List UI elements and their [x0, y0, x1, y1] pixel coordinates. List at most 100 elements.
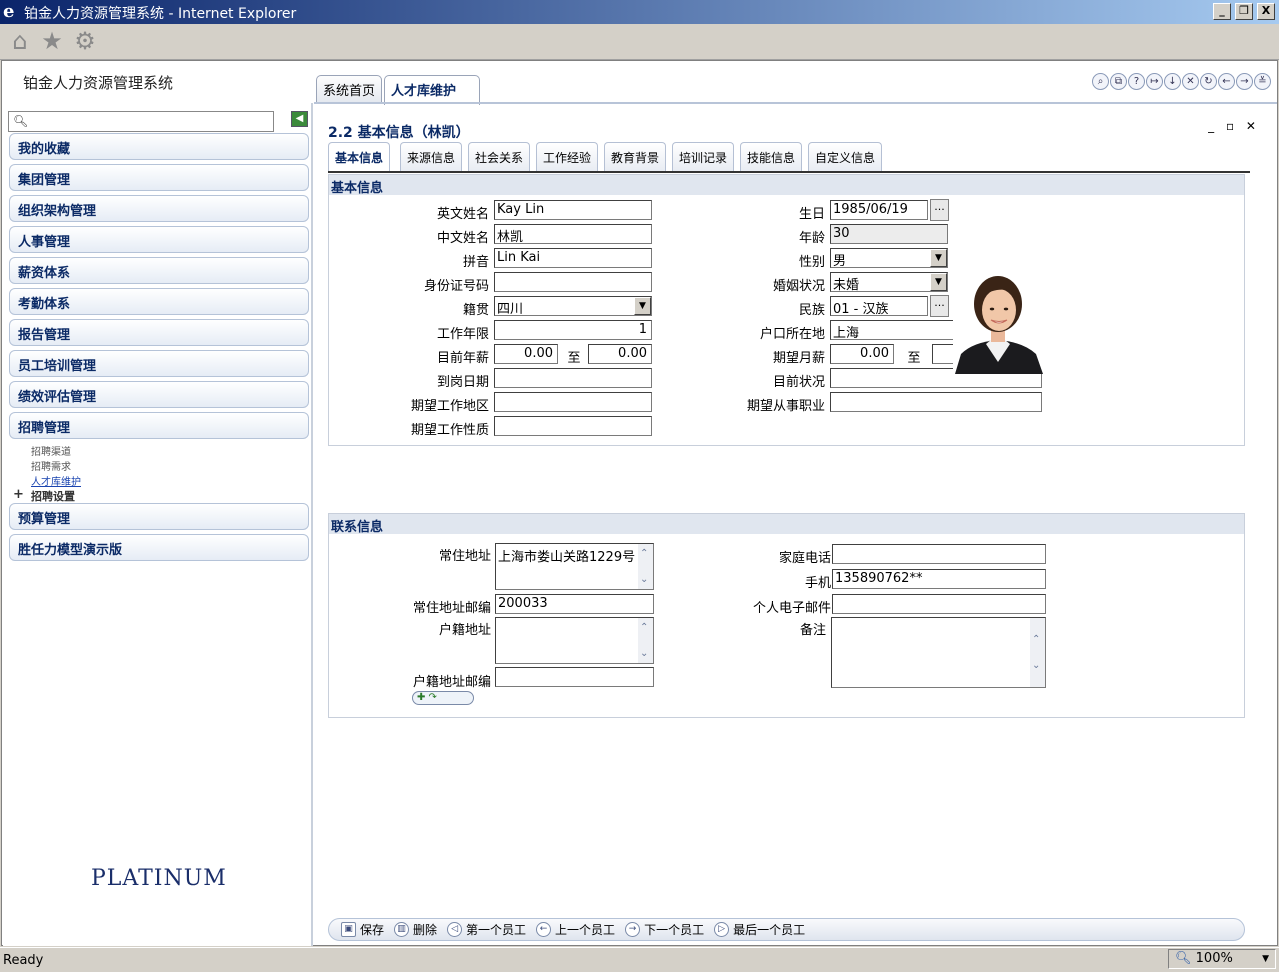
addr-zip-input[interactable]: 200033 — [495, 594, 654, 614]
close-button[interactable]: X — [1257, 3, 1275, 20]
cur-salary-from[interactable]: 0.00 — [494, 344, 558, 364]
menu-budget[interactable]: 预算管理 — [9, 503, 309, 530]
next-icon[interactable]: → — [625, 922, 641, 937]
email-input[interactable] — [832, 594, 1046, 614]
zoom-control[interactable]: 🔍︎ 100% ▼ — [1168, 949, 1276, 969]
ethnic-input[interactable]: 01 - 汉族 — [830, 296, 928, 316]
save-icon[interactable]: ▣ — [341, 922, 356, 937]
tab-custom[interactable]: 自定义信息 — [808, 142, 883, 171]
mobile-input[interactable]: 135890762** — [832, 569, 1046, 589]
collapse-icon[interactable]: ≚ — [1254, 73, 1271, 90]
pinyin-label: 拼音 — [462, 255, 489, 270]
star-icon[interactable]: ★ — [38, 27, 66, 55]
chevron-down-icon[interactable]: ▼ — [634, 297, 651, 315]
forward-icon[interactable]: → — [1236, 73, 1253, 90]
menu-competency[interactable]: 胜任力模型演示版 — [9, 534, 309, 561]
tab-education[interactable]: 教育背景 — [604, 142, 667, 171]
hukou-addr-textarea[interactable]: ⌃ ⌄ — [495, 617, 654, 664]
remark-label: 备注 — [799, 623, 826, 638]
chevron-down-icon[interactable]: ▼ — [1262, 951, 1269, 964]
chevron-down-icon[interactable]: ▼ — [930, 249, 947, 267]
back-icon[interactable]: ← — [1218, 73, 1235, 90]
cn-name-input[interactable]: 林凯 — [494, 224, 652, 244]
prev-icon[interactable]: ← — [536, 922, 552, 937]
sidebar-search-input[interactable]: 🔍︎ — [8, 111, 274, 132]
tab-source-info[interactable]: 来源信息 — [400, 142, 463, 171]
maximize-button[interactable]: ❐ — [1235, 3, 1253, 20]
id-no-input[interactable] — [494, 272, 652, 292]
prev-employee-button[interactable]: 上一个员工 — [555, 921, 615, 938]
hukou-zip-input[interactable] — [495, 667, 654, 687]
home-phone-input[interactable] — [832, 544, 1046, 564]
tab-basic-info[interactable]: 基本信息 — [328, 142, 391, 171]
attachment-add-icon[interactable]: ✚ ↷ — [412, 691, 474, 705]
refresh-icon[interactable]: ↻ — [1200, 73, 1217, 90]
last-icon[interactable]: ▷ — [714, 922, 730, 937]
sub-talent-pool[interactable]: 人才库维护 — [31, 473, 81, 488]
logout-icon[interactable]: ↦ — [1146, 73, 1163, 90]
age-input[interactable]: 30 — [830, 224, 948, 244]
menu-attendance[interactable]: 考勤体系 — [9, 288, 309, 315]
pinyin-input[interactable]: Lin Kai — [494, 248, 652, 268]
sidebar-collapse-icon[interactable]: ◀ — [291, 111, 308, 127]
scrollbar[interactable]: ⌃ ⌄ — [638, 618, 653, 663]
menu-group[interactable]: 集团管理 — [9, 164, 309, 191]
menu-performance[interactable]: 绩效评估管理 — [9, 381, 309, 408]
scrollbar[interactable]: ⌃ ⌄ — [638, 544, 653, 589]
save-button[interactable]: 保存 — [360, 921, 384, 938]
tab-talent-pool[interactable]: 人才库维护 — [384, 75, 480, 105]
cur-salary-to[interactable]: 0.00 — [588, 344, 652, 364]
sidebar: 🔍︎ ◀ 我的收藏 集团管理 组织架构管理 人事管理 薪资体系 考勤体系 报告管… — [3, 103, 313, 946]
gender-select[interactable]: 男 ▼ — [830, 248, 948, 268]
tab-social[interactable]: 社会关系 — [468, 142, 531, 171]
window-icon[interactable]: ⧉ — [1110, 73, 1127, 90]
exp-nature-input[interactable] — [494, 416, 652, 436]
search-icon[interactable]: ⌕ — [1092, 73, 1109, 90]
birthday-input[interactable]: 1985/06/19 — [830, 200, 928, 220]
menu-reports[interactable]: 报告管理 — [9, 319, 309, 346]
first-employee-button[interactable]: 第一个员工 — [466, 921, 526, 938]
exp-salary-from[interactable]: 0.00 — [830, 344, 894, 364]
tab-skills[interactable]: 技能信息 — [740, 142, 803, 171]
menu-training[interactable]: 员工培训管理 — [9, 350, 309, 377]
menu-personnel[interactable]: 人事管理 — [9, 226, 309, 253]
tab-training[interactable]: 培训记录 — [672, 142, 735, 171]
sub-channels[interactable]: 招聘渠道 — [31, 443, 71, 458]
delete-button[interactable]: 删除 — [413, 921, 437, 938]
en-name-input[interactable]: Kay Lin — [494, 200, 652, 220]
scrollbar[interactable]: ⌃ ⌄ — [1030, 618, 1045, 687]
tab-home[interactable]: 系统首页 — [316, 75, 383, 103]
tab-work-exp[interactable]: 工作经验 — [536, 142, 599, 171]
expand-icon[interactable]: + — [13, 487, 24, 502]
employee-photo[interactable] — [953, 270, 1044, 374]
work-years-input[interactable]: 1 — [494, 320, 652, 340]
menu-salary[interactable]: 薪资体系 — [9, 257, 309, 284]
delete-icon[interactable]: ✕ — [1182, 73, 1199, 90]
native-select[interactable]: 四川 ▼ — [494, 296, 652, 316]
next-employee-button[interactable]: 下一个员工 — [644, 921, 704, 938]
window-title-bar: e 铂金人力资源管理系统 - Internet Explorer _ ❐ X — [0, 0, 1279, 24]
panel-window-controls[interactable]: _ ▫ ✕ — [1208, 119, 1260, 133]
exp-job-input[interactable] — [830, 392, 1042, 412]
address-textarea[interactable]: 上海市娄山关路1229号 ⌃ ⌄ — [495, 543, 654, 590]
gear-icon[interactable]: ⚙ — [71, 27, 99, 55]
chevron-down-icon[interactable]: ▼ — [930, 273, 947, 291]
sub-requirements[interactable]: 招聘需求 — [31, 458, 71, 473]
minimize-button[interactable]: _ — [1213, 3, 1231, 20]
first-icon[interactable]: ◁ — [447, 922, 463, 937]
start-date-input[interactable] — [494, 368, 652, 388]
birthday-picker-button[interactable]: ... — [930, 199, 949, 221]
marital-select[interactable]: 未婚 ▼ — [830, 272, 948, 292]
home-icon[interactable]: ⌂ — [6, 27, 34, 55]
help-icon[interactable]: ? — [1128, 73, 1145, 90]
download-icon[interactable]: ↓ — [1164, 73, 1181, 90]
remark-textarea[interactable]: ⌃ ⌄ — [831, 617, 1046, 688]
menu-recruitment[interactable]: 招聘管理 — [9, 412, 309, 439]
ethnic-picker-button[interactable]: ... — [930, 295, 949, 317]
menu-org[interactable]: 组织架构管理 — [9, 195, 309, 222]
exp-area-input[interactable] — [494, 392, 652, 412]
last-employee-button[interactable]: 最后一个员工 — [733, 921, 805, 938]
sub-recruit-settings[interactable]: 招聘设置 — [31, 488, 75, 504]
menu-favorites[interactable]: 我的收藏 — [9, 133, 309, 160]
trash-icon[interactable]: ▥ — [394, 922, 410, 937]
